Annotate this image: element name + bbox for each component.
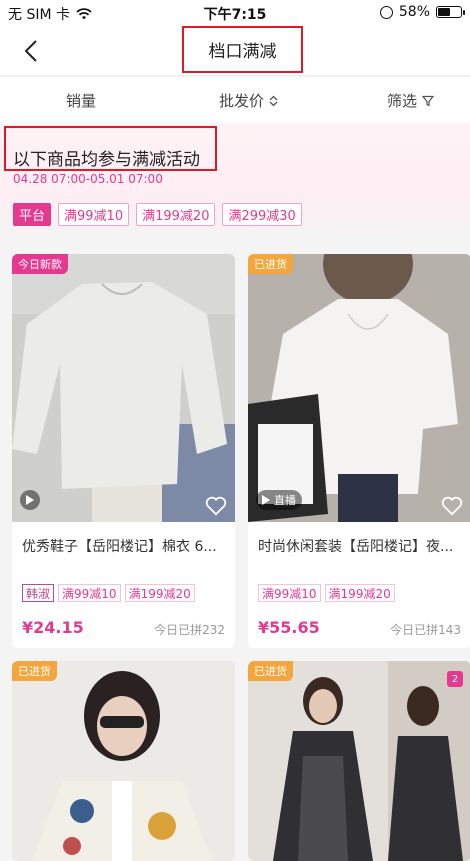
- sold-count: 今日已拼143: [390, 623, 461, 637]
- favorite-heart-icon[interactable]: [441, 496, 463, 516]
- status-bar: 无 SIM 卡 下午7:15 58%: [0, 0, 470, 26]
- page-title: 档口满减: [182, 26, 303, 73]
- video-pill[interactable]: [20, 490, 40, 510]
- product-tags: 满99减10 满199减20: [258, 584, 395, 602]
- discount-tag: 满199减20: [324, 584, 395, 602]
- product-image[interactable]: 已进货: [12, 661, 235, 861]
- product-image[interactable]: 今日新款: [12, 254, 235, 522]
- live-pill[interactable]: 直播: [256, 490, 302, 510]
- discount-tag: 满99减10: [58, 584, 121, 602]
- discount-tag: 满99减10: [58, 203, 130, 226]
- product-card[interactable]: 已进货 2: [248, 661, 470, 861]
- filter-label: 筛选: [387, 92, 418, 110]
- product-card[interactable]: 已进货 直播 时尚休闲套装【岳阳楼记】夜... 满99减10 满199减20 ¥…: [248, 254, 470, 648]
- sort-arrows-icon: [269, 95, 278, 106]
- product-card[interactable]: 已进货: [12, 661, 235, 861]
- filter-button[interactable]: 筛选: [387, 90, 435, 111]
- in-stock-badge: 已进货: [248, 661, 293, 681]
- funnel-icon: [422, 95, 435, 106]
- sold-count: 今日已拼232: [154, 623, 225, 637]
- product-image[interactable]: 已进货 2: [248, 661, 470, 861]
- promo-time: 04.28 07:00-05.01 07:00: [13, 172, 163, 186]
- play-icon: [262, 495, 270, 505]
- promo-tags: 平台 满99减10 满199减20 满299减30: [13, 203, 302, 226]
- sort-sales-label: 销量: [66, 92, 97, 110]
- sort-price-label: 批发价: [219, 92, 265, 110]
- in-stock-badge: 已进货: [12, 661, 57, 681]
- promo-section: 以下商品均参与满减活动 04.28 07:00-05.01 07:00 平台 满…: [0, 123, 470, 241]
- rotation-lock-icon: [379, 5, 393, 19]
- product-card[interactable]: 今日新款 优秀鞋子【岳阳楼记】棉衣 6... 韩淑 满99减10 满199减20…: [12, 254, 235, 648]
- shop-tag: 韩淑: [22, 584, 55, 602]
- platform-tag: 平台: [13, 203, 52, 226]
- product-name: 时尚休闲套装【岳阳楼记】夜...: [258, 539, 454, 555]
- product-photo: [12, 661, 235, 861]
- battery-icon: [436, 6, 465, 18]
- live-label: 直播: [274, 494, 296, 507]
- new-arrival-badge: 今日新款: [12, 254, 68, 274]
- discount-tag: 满299减30: [222, 203, 302, 226]
- discount-tag: 满99减10: [258, 584, 321, 602]
- back-button[interactable]: [16, 36, 46, 66]
- product-name: 优秀鞋子【岳阳楼记】棉衣 6...: [22, 539, 217, 555]
- product-tags: 韩淑 满99减10 满199减20: [22, 584, 195, 602]
- filter-bar: 销量 批发价 筛选: [0, 77, 470, 123]
- promo-title: 以下商品均参与满减活动: [13, 150, 200, 170]
- count-badge: 2: [447, 671, 463, 687]
- product-price: ¥55.65: [258, 618, 320, 637]
- product-photo: [248, 661, 470, 861]
- product-image[interactable]: 已进货 直播: [248, 254, 470, 522]
- sort-by-sales[interactable]: 销量: [66, 90, 96, 111]
- nav-bar: 档口满减: [0, 26, 470, 76]
- chevron-left-icon: [24, 40, 37, 62]
- discount-tag: 满199减20: [124, 584, 195, 602]
- discount-tag: 满199减20: [136, 203, 216, 226]
- product-photo: [12, 254, 235, 522]
- play-icon: [26, 495, 34, 505]
- sort-by-price[interactable]: 批发价: [219, 90, 278, 111]
- product-photo: [248, 254, 470, 522]
- favorite-heart-icon[interactable]: [205, 496, 227, 516]
- in-stock-badge: 已进货: [248, 254, 293, 274]
- battery-percent: 58%: [398, 4, 430, 20]
- product-price: ¥24.15: [22, 618, 84, 637]
